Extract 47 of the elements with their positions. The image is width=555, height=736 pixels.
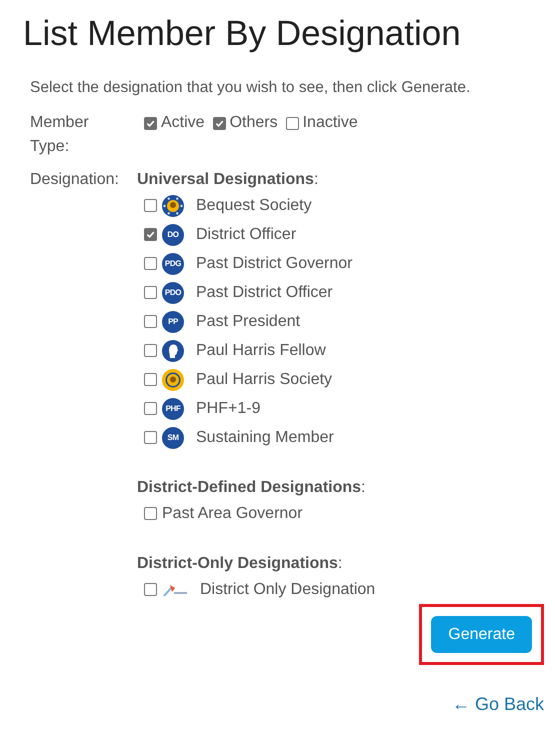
logo-icon (162, 582, 188, 597)
checkbox[interactable] (144, 315, 157, 328)
designation-option: District Officer (196, 222, 296, 247)
checkbox[interactable] (144, 228, 157, 242)
designation-option: Sustaining Member (196, 426, 334, 450)
go-back-link[interactable]: ← Go Back (452, 691, 544, 718)
designation-option: PHF+1-9 (196, 396, 260, 421)
group-heading: Universal Designations: (137, 170, 320, 190)
checkbox[interactable] (144, 257, 157, 270)
checkbox[interactable] (144, 199, 157, 212)
coin-icon (162, 368, 184, 391)
checkbox[interactable] (144, 344, 157, 358)
checkbox[interactable] (144, 116, 157, 130)
designation-option: Paul Harris Society (196, 368, 332, 392)
designation-option: Bequest Society (196, 194, 312, 218)
option-label: Inactive (302, 113, 358, 134)
designation-option: Past President (196, 310, 300, 334)
designation-option: Past District Officer (196, 280, 333, 305)
designation-option: Past District Governor (196, 252, 352, 276)
checkbox[interactable] (144, 507, 157, 520)
group-heading: District-Only Designations: (137, 554, 344, 574)
generate-button[interactable]: Generate (431, 616, 532, 654)
designation-badge: PDG (162, 252, 184, 275)
checkbox[interactable] (144, 402, 157, 416)
medallion-icon (162, 194, 184, 217)
checkbox[interactable] (144, 583, 157, 596)
checkbox[interactable] (144, 286, 157, 300)
designation-label: Designation: (30, 170, 120, 190)
designation-option: District Only Designation (200, 578, 376, 602)
designation-badge: DO (162, 224, 184, 246)
instructions: Select the designation that you wish to see, then click Generate. (30, 78, 472, 98)
option-label: Active (161, 113, 205, 134)
member-type-label: Member Type: (30, 113, 90, 158)
designation-option: Past Area Governor (162, 502, 303, 526)
checkbox[interactable] (144, 431, 157, 444)
profile-icon (162, 340, 184, 362)
designation-option: Paul Harris Fellow (196, 338, 326, 363)
designation-badge: SM (162, 426, 184, 449)
designation-badge: PDO (162, 282, 184, 304)
page-title: List Member By Designation (23, 13, 462, 55)
group-heading: District-Defined Designations: (137, 478, 366, 498)
checkbox[interactable] (286, 116, 299, 130)
checkbox[interactable] (212, 116, 226, 130)
checkbox[interactable] (144, 373, 157, 386)
designation-badge: PP (162, 310, 184, 333)
option-label: Others (230, 113, 278, 134)
designation-badge: PHF (162, 398, 184, 420)
